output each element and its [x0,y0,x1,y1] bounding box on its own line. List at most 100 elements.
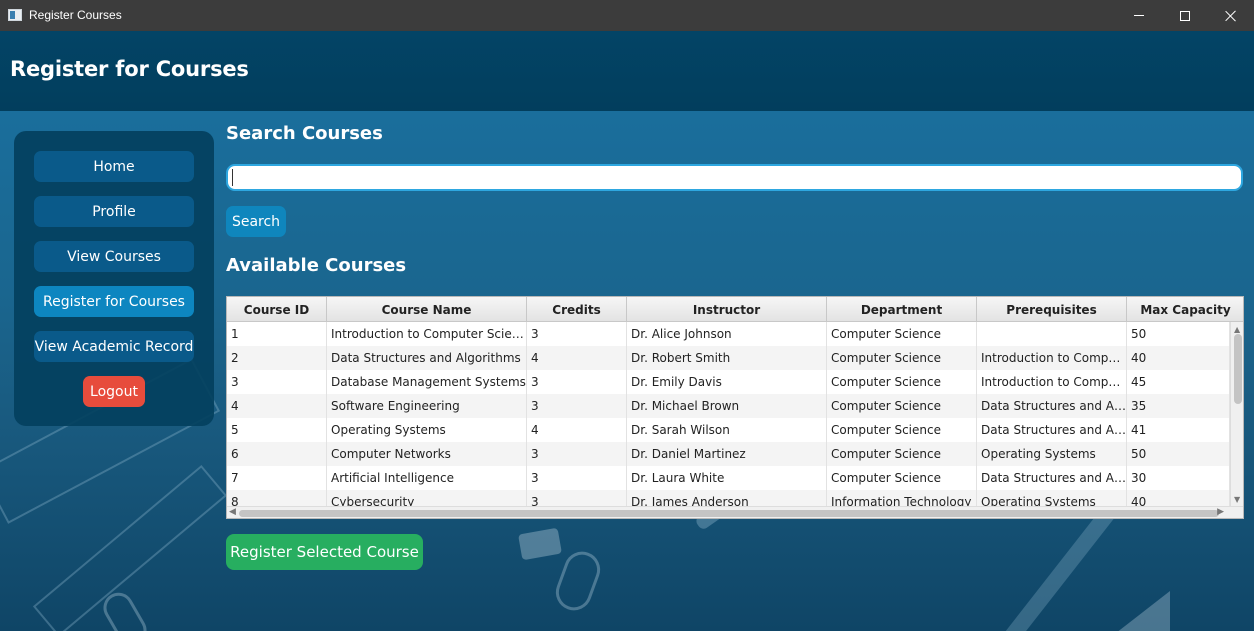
table-cell: 6 [227,442,327,466]
table-cell: Operating Systems [977,490,1127,506]
cell-text: Dr. Sarah Wilson [631,423,730,437]
column-header-max-capacity[interactable]: Max Capacity [1127,297,1243,322]
cell-text: Information Technology [831,495,972,506]
cell-text: Dr. Daniel Martinez [631,447,746,461]
cell-text: 7 [231,471,239,485]
cell-text: Dr. Robert Smith [631,351,731,365]
table-cell: Dr. Daniel Martinez [627,442,827,466]
vertical-scrollbar[interactable]: ▲ ▼ [1230,322,1243,506]
column-header-department[interactable]: Department [827,297,977,322]
text-caret [232,169,233,186]
column-header-course-name[interactable]: Course Name [327,297,527,322]
cell-text: 3 [531,495,539,506]
page-header: Register for Courses [0,31,1254,111]
cell-text: 5 [231,423,239,437]
close-button[interactable] [1208,0,1254,31]
table-row[interactable]: 8 Cybersecurity 3 Dr. James Anderson Informa… [227,490,1230,506]
logout-button[interactable]: Logout [83,376,145,407]
scroll-right-icon[interactable]: ▶ [1217,507,1224,517]
table-cell: Computer Science [827,370,977,394]
cell-text: 3 [531,327,539,341]
table-cell: Computer Science [827,442,977,466]
table-cell: 8 [227,490,327,506]
maximize-button[interactable] [1162,0,1208,31]
cell-text: 8 [231,495,239,506]
table-row[interactable]: 7 Artificial Intelligence 3 Dr. Laura White… [227,466,1230,490]
search-input[interactable] [226,164,1243,191]
cell-text: 4 [531,351,539,365]
cell-text: 2 [231,351,239,365]
table-cell: Operating Systems [977,442,1127,466]
table-cell: 45 [1127,370,1230,394]
table-cell: Computer Science [827,322,977,346]
table-cell [977,322,1127,346]
table-cell: Cybersecurity [327,490,527,506]
minimize-button[interactable] [1116,0,1162,31]
table-header: Course ID Course Name Credits Instructor… [227,297,1243,322]
table-cell: Dr. Emily Davis [627,370,827,394]
table-cell: 5 [227,418,327,442]
register-selected-course-button[interactable]: Register Selected Course [226,534,423,570]
table-body: 1 Introduction to Computer Science 3 Dr. Al… [227,322,1230,506]
scroll-down-icon[interactable]: ▼ [1234,495,1240,504]
table-cell: 40 [1127,490,1230,506]
cell-text: Dr. Emily Davis [631,375,722,389]
table-cell: Dr. Robert Smith [627,346,827,370]
table-cell: 3 [227,370,327,394]
set-square-illustration [1080,591,1170,631]
cell-text: Computer Science [831,471,941,485]
search-button[interactable]: Search [226,206,286,237]
search-section-title: Search Courses [226,123,383,144]
cell-text: Data Structures and Algo... [981,399,1126,413]
table-cell: Software Engineering [327,394,527,418]
table-cell: 50 [1127,442,1230,466]
close-icon [1225,10,1237,22]
table-cell: Dr. Laura White [627,466,827,490]
scrollbar-thumb[interactable] [1234,334,1242,404]
cell-text: Computer Science [831,423,941,437]
table-cell: 7 [227,466,327,490]
table-row[interactable]: 6 Computer Networks 3 Dr. Daniel Martinez Co… [227,442,1230,466]
table-cell: Computer Networks [327,442,527,466]
table-row[interactable]: 5 Operating Systems 4 Dr. Sarah Wilson Compu… [227,418,1230,442]
table-row[interactable]: 1 Introduction to Computer Science 3 Dr. Al… [227,322,1230,346]
sidebar-item-view-courses[interactable]: View Courses [34,241,194,272]
sidebar-item-home[interactable]: Home [34,151,194,182]
cell-text: 40 [1131,495,1147,506]
sidebar-item-register-for-courses[interactable]: Register for Courses [34,286,194,317]
cell-text: 1 [231,327,239,341]
cell-text: Data Structures and Algorithms [331,351,521,365]
column-header-credits[interactable]: Credits [527,297,627,322]
table-cell: Data Structures and Algo... [977,418,1127,442]
table-row[interactable]: 4 Software Engineering 3 Dr. Michael Brown C… [227,394,1230,418]
column-header-course-id[interactable]: Course ID [227,297,327,322]
scrollbar-thumb[interactable] [239,510,1219,517]
cell-text: Introduction to Compute... [981,351,1126,365]
scroll-up-icon[interactable]: ▲ [1234,325,1240,334]
cell-text: 3 [531,447,539,461]
cell-text: Introduction to Compute... [981,375,1126,389]
table-cell: Dr. Michael Brown [627,394,827,418]
cell-text: Computer Networks [331,447,451,461]
window-title: Register Courses [29,8,122,22]
sharpener-illustration [518,527,562,561]
sidebar-item-profile[interactable]: Profile [34,196,194,227]
table-cell: 3 [527,322,627,346]
app-icon [8,9,22,21]
table-cell: 30 [1127,466,1230,490]
table-cell: Information Technology [827,490,977,506]
sidebar-item-view-academic-record[interactable]: View Academic Record [34,331,194,362]
table-cell: 4 [527,418,627,442]
cell-text: 45 [1131,375,1147,389]
courses-table[interactable]: Course ID Course Name Credits Instructor… [226,296,1244,519]
cell-text: Data Structures and Algo... [981,471,1126,485]
table-cell: Operating Systems [327,418,527,442]
table-cell: 3 [527,370,627,394]
cell-text: Database Management Systems [331,375,526,389]
column-header-prerequisites[interactable]: Prerequisites [977,297,1127,322]
table-row[interactable]: 3 Database Management Systems 3 Dr. Emily D… [227,370,1230,394]
column-header-instructor[interactable]: Instructor [627,297,827,322]
horizontal-scrollbar[interactable]: ◀ ▶ [227,506,1243,518]
scroll-left-icon[interactable]: ◀ [229,507,236,517]
table-row[interactable]: 2 Data Structures and Algorithms 4 Dr. Robe… [227,346,1230,370]
